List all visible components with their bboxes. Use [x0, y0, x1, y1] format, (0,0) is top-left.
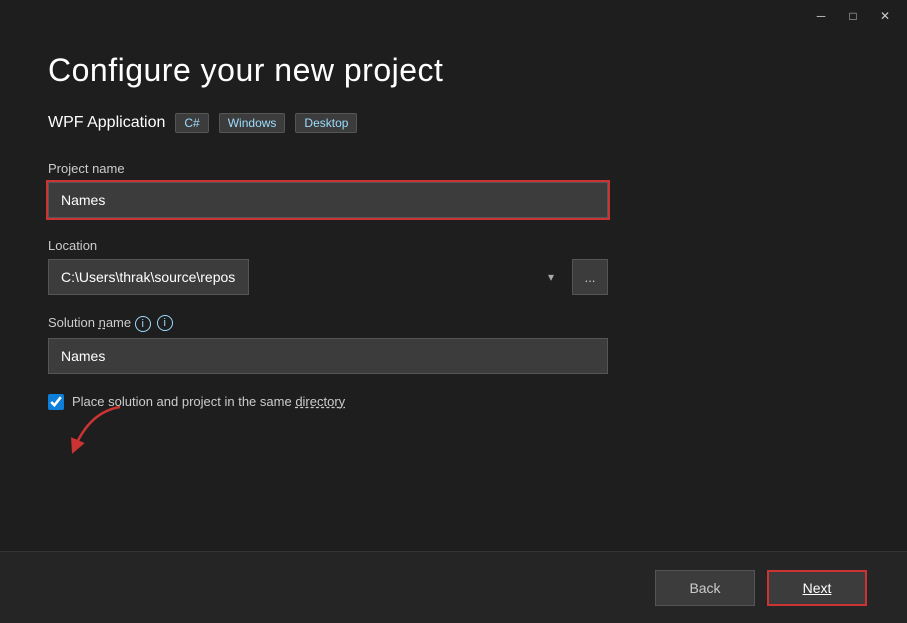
page-title: Configure your new project: [48, 52, 859, 89]
app-type-row: WPF Application C# Windows Desktop: [48, 113, 859, 133]
info-icon2: i: [135, 316, 151, 332]
location-select-wrapper: C:\Users\thrak\source\repos: [48, 259, 564, 295]
project-name-input[interactable]: [48, 182, 608, 218]
solution-name-label: Solution name i: [48, 315, 151, 332]
solution-name-input[interactable]: [48, 338, 608, 374]
same-directory-checkbox[interactable]: [48, 394, 64, 410]
project-name-label: Project name: [48, 161, 859, 176]
directory-underlined: directory: [295, 394, 345, 409]
next-button-label: Next: [803, 580, 832, 596]
project-name-group: Project name: [48, 161, 859, 218]
title-bar: ─ □ ✕: [0, 0, 907, 32]
solution-name-group: Solution name i i: [48, 315, 859, 374]
same-directory-label: Place solution and project in the same d…: [72, 394, 345, 409]
location-row: C:\Users\thrak\source\repos ...: [48, 259, 608, 295]
back-button[interactable]: Back: [655, 570, 755, 606]
close-button[interactable]: ✕: [871, 6, 899, 26]
minimize-button[interactable]: ─: [807, 6, 835, 26]
info-icon[interactable]: i: [157, 315, 173, 331]
checkbox-row: Place solution and project in the same d…: [48, 394, 859, 410]
location-label: Location: [48, 238, 859, 253]
tag-csharp: C#: [175, 113, 208, 133]
location-group: Location C:\Users\thrak\source\repos ...: [48, 238, 859, 295]
tag-windows: Windows: [219, 113, 286, 133]
footer: Back Next: [0, 551, 907, 623]
solution-label-row: Solution name i i: [48, 315, 859, 332]
main-content: Configure your new project WPF Applicati…: [0, 32, 907, 430]
app-type-label: WPF Application: [48, 114, 165, 132]
project-name-input-wrapper: [48, 182, 608, 218]
browse-button[interactable]: ...: [572, 259, 608, 295]
next-button[interactable]: Next: [767, 570, 867, 606]
tag-desktop: Desktop: [295, 113, 357, 133]
restore-button[interactable]: □: [839, 6, 867, 26]
location-select[interactable]: C:\Users\thrak\source\repos: [48, 259, 249, 295]
